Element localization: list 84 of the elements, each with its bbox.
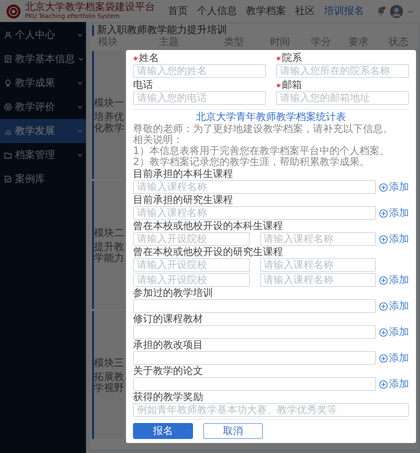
- add-button[interactable]: 添加: [379, 234, 409, 244]
- input-field[interactable]: 请输入课程名称: [260, 258, 376, 272]
- plus-circle-icon: [379, 276, 388, 284]
- module-name: 模块三: [94, 356, 124, 370]
- plus-circle-icon: [379, 302, 388, 310]
- section-label: 曾在本校或他校开设的本科生课程: [133, 221, 283, 232]
- field-label: 电话: [133, 80, 153, 91]
- field-label: 姓名: [139, 53, 159, 64]
- nav-link[interactable]: 培训报名: [324, 4, 364, 18]
- nav-link[interactable]: 首页: [168, 4, 188, 18]
- input-field[interactable]: 请输入课程名称: [260, 273, 376, 287]
- input-field[interactable]: 请输入课程名称: [133, 180, 376, 194]
- field-label: 邮箱: [282, 80, 302, 91]
- section-label: 曾在本校或他校开设的研究生课程: [133, 247, 283, 258]
- sidebar-item[interactable]: 教学发展: [0, 119, 86, 143]
- sidebar-item[interactable]: 档案管理: [0, 143, 86, 167]
- add-button[interactable]: 添加: [379, 208, 409, 218]
- document-icon: [4, 55, 12, 63]
- module-subtitle: 提升教学能力: [94, 242, 124, 264]
- site-title: 北京大学教学档案袋建设平台: [25, 2, 155, 12]
- nav-link[interactable]: 教学档案: [246, 4, 286, 18]
- intro-text: 2）教学档案记录您的教学生涯，帮助积累教学成果。: [133, 157, 370, 168]
- nav-link[interactable]: 个人信息: [197, 4, 237, 18]
- section-label: 参加过的教学培训: [133, 288, 213, 299]
- add-button[interactable]: 添加: [379, 352, 409, 364]
- section-label: 目前承担的研究生课程: [133, 195, 233, 206]
- plus-circle-icon: [379, 182, 388, 192]
- module-name: 模块二: [94, 226, 124, 240]
- plus-circle-icon: [379, 208, 388, 218]
- field-label: 院系: [282, 53, 302, 64]
- avatar-icon[interactable]: [390, 4, 403, 18]
- sidebar-item[interactable]: 教学评价: [0, 95, 86, 119]
- plus-circle-icon: [379, 354, 388, 362]
- intro-text: 尊敬的老师：为了更好地建设教学档案，请补充以下信息。: [133, 124, 394, 135]
- submit-button[interactable]: 报名: [133, 423, 193, 439]
- plus-circle-icon: [379, 234, 388, 244]
- sidebar-item[interactable]: 个人中心: [0, 23, 86, 47]
- input-field[interactable]: 请输入课程名称: [133, 206, 376, 220]
- nav-link[interactable]: 社区: [295, 4, 315, 18]
- section-label: 目前承担的本科生课程: [133, 169, 233, 180]
- input-field[interactable]: 例如青年教师教学基本功大赛、教学优秀奖等: [133, 403, 409, 417]
- page-title: 新入职教师教学能力提升培训: [92, 25, 416, 36]
- input-field[interactable]: 请输入课程名称: [260, 232, 376, 246]
- section-label: 获得的教学奖励: [133, 392, 203, 403]
- section-label: 修订的课程教材: [133, 314, 203, 325]
- chart-icon: [4, 127, 12, 135]
- add-button[interactable]: 添加: [379, 378, 409, 390]
- bell-icon[interactable]: [376, 6, 386, 16]
- sidebar-item[interactable]: 教学基本信息: [0, 47, 86, 71]
- input-field[interactable]: [133, 351, 376, 365]
- sidebar-item[interactable]: 案例库: [0, 167, 86, 191]
- intro-text: 相关说明：: [133, 135, 183, 146]
- add-button[interactable]: 添加: [379, 326, 409, 338]
- folder-icon: [4, 151, 12, 159]
- plus-circle-icon: [379, 328, 388, 336]
- module-subtitle: 培养优化教学: [94, 112, 124, 134]
- input-field[interactable]: [133, 325, 376, 339]
- bulb-icon: [4, 79, 12, 87]
- module-subtitle: 拓展教学视野: [94, 372, 124, 394]
- input-field[interactable]: 请输入开设院校: [133, 232, 250, 246]
- input-field[interactable]: [133, 299, 376, 313]
- cancel-button[interactable]: 取消: [203, 423, 263, 439]
- form-title: 北京大学青年教师教学档案统计表: [133, 109, 409, 124]
- target-icon: [4, 103, 12, 111]
- logo-icon: [6, 4, 21, 18]
- person-icon: [4, 31, 12, 39]
- module-name: 模块一: [94, 96, 124, 110]
- section-label: 承担的教改项目: [133, 340, 203, 351]
- add-button[interactable]: 添加: [379, 182, 409, 192]
- input-field[interactable]: 请输入开设院校: [133, 273, 250, 287]
- input-field[interactable]: 请输入您的姓名: [133, 64, 266, 78]
- sidebar-item[interactable]: 教学成果: [0, 71, 86, 95]
- caret-icon[interactable]: [407, 8, 414, 14]
- input-field[interactable]: 请输入您的邮箱地址: [276, 91, 409, 105]
- input-field[interactable]: [133, 377, 376, 391]
- input-field[interactable]: 请输入开设院校: [133, 258, 250, 272]
- input-field[interactable]: 请输入您所在的院系名称: [276, 64, 409, 78]
- add-button[interactable]: 添加: [379, 300, 409, 312]
- intro-text: 1）本信息表将用于完善您在教学档案平台中的个人档案。: [133, 146, 390, 157]
- plus-circle-icon: [379, 380, 388, 388]
- add-button[interactable]: 添加: [379, 274, 409, 286]
- section-label: 关于教学的论文: [133, 366, 203, 377]
- input-field[interactable]: 请输入您的电话: [133, 91, 266, 105]
- book-icon: [4, 175, 12, 183]
